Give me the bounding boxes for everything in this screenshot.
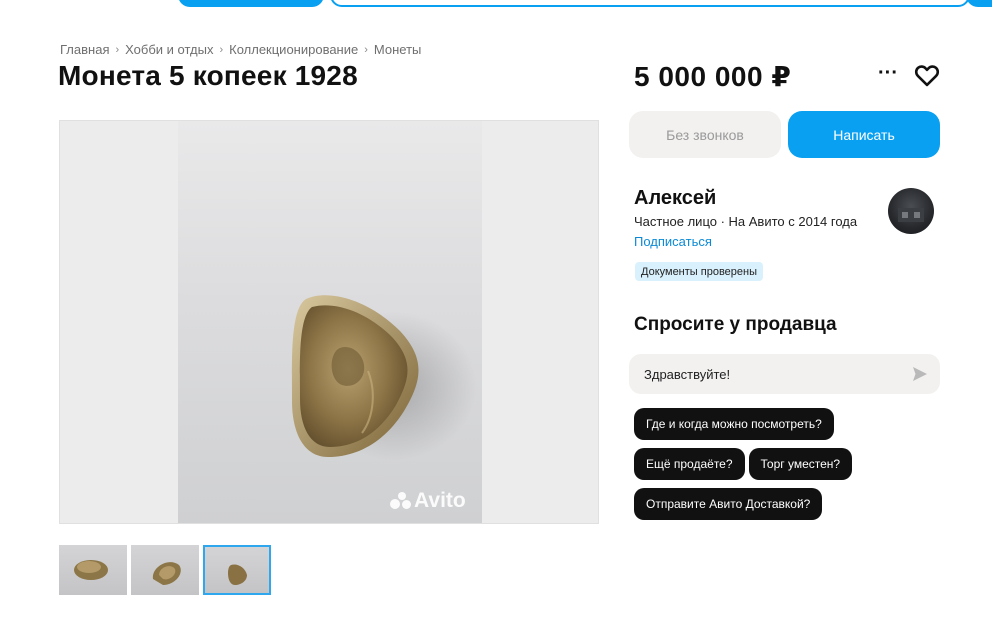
thumbnail-3[interactable] — [203, 545, 271, 595]
avito-watermark: Avito — [390, 489, 466, 513]
documents-verified-badge: Документы проверены — [635, 262, 764, 281]
quick-questions: Где и когда можно посмотреть? Ещё продаё… — [634, 408, 944, 520]
photo-gallery[interactable]: Avito — [59, 120, 599, 524]
main-photo[interactable]: Avito — [178, 121, 482, 523]
breadcrumb-item-hobby[interactable]: Хобби и отдых — [125, 42, 213, 57]
price: 5 000 000 ₽ — [634, 61, 792, 92]
quick-question-chip[interactable]: Отправите Авито Доставкой? — [634, 488, 823, 520]
avatar[interactable] — [888, 188, 934, 234]
breadcrumb-item-coins[interactable]: Монеты — [374, 42, 421, 57]
quick-question-chip[interactable]: Торг уместен? — [748, 448, 853, 480]
ask-seller-title: Спросите у продавца — [634, 314, 837, 335]
write-button[interactable]: Написать — [788, 111, 940, 158]
avito-watermark-text: Avito — [414, 489, 466, 512]
avito-logo-icon — [390, 491, 412, 511]
chevron-right-icon: › — [219, 43, 224, 56]
seller-name[interactable]: Алексей — [634, 187, 716, 210]
quick-question-chip[interactable]: Где и когда можно посмотреть? — [634, 408, 834, 440]
page-title: Монета 5 копеек 1928 — [58, 60, 358, 91]
seller-meta: Частное лицо · На Авито с 2014 года — [634, 214, 858, 229]
breadcrumb: Главная › Хобби и отдых › Коллекциониров… — [60, 42, 421, 57]
send-arrow-icon[interactable] — [910, 364, 930, 384]
search-button[interactable] — [966, 0, 992, 7]
thumbnail-2[interactable] — [131, 545, 199, 595]
subscribe-link[interactable]: Подписаться — [634, 234, 712, 249]
more-dots-icon[interactable]: ··· — [874, 62, 902, 86]
coin-image — [291, 295, 419, 457]
categories-button[interactable] — [178, 0, 324, 7]
message-input[interactable] — [629, 354, 940, 394]
chevron-right-icon: › — [364, 43, 368, 56]
chevron-right-icon: › — [115, 43, 120, 56]
breadcrumb-item-home[interactable]: Главная — [60, 42, 109, 57]
search-input[interactable] — [330, 0, 970, 7]
heart-outline-icon[interactable] — [913, 61, 941, 89]
thumbnail-1[interactable] — [59, 545, 127, 595]
quick-question-chip[interactable]: Ещё продаёте? — [634, 448, 745, 480]
breadcrumb-item-collecting[interactable]: Коллекционирование — [229, 42, 358, 57]
thumbnail-strip — [59, 545, 271, 595]
no-calls-button[interactable]: Без звонков — [629, 111, 781, 158]
